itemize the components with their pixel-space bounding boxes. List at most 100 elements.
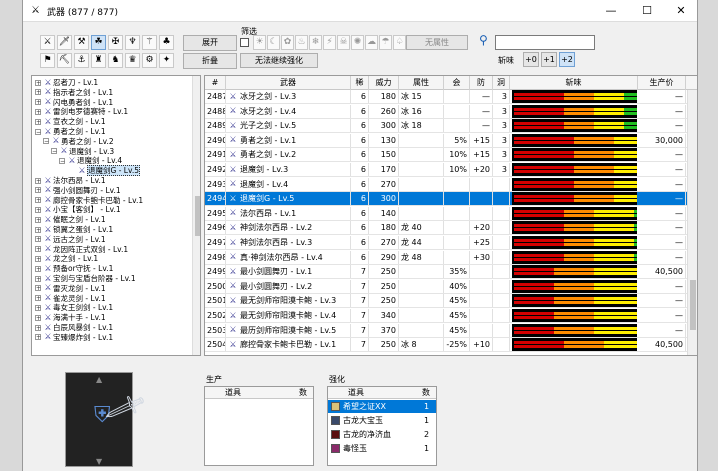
tree-item[interactable]: + ⚔ 闪电勇者剑 - Lv.1: [35, 97, 113, 107]
table-row[interactable]: 2489 ⚔ 光子之剑 - Lv.5 6 300 冰 18—3—: [205, 119, 697, 134]
tree-toggle-icon[interactable]: +: [35, 265, 41, 272]
tree-toggle-icon[interactable]: +: [35, 99, 41, 106]
weapon-tree[interactable]: + ⚔ 忍者刀 - Lv.1 + ⚔ 指示者之剑 - Lv.1 + ⚔ 闪电勇者剑 - Lv.1…: [31, 75, 201, 356]
col-rarity[interactable]: 稀: [351, 76, 369, 90]
tree-toggle-icon[interactable]: +: [35, 314, 41, 321]
tree-item[interactable]: + ⚔ 指示者之剑 - Lv.1: [35, 87, 113, 97]
tree-toggle-icon[interactable]: +: [35, 255, 41, 262]
table-row[interactable]: 2496 ⚔ 神剑法尔西昂 - Lv.2 6 180 龙 40 +20—: [205, 221, 697, 236]
col-sharpness[interactable]: 斩味: [510, 76, 638, 90]
tree-item[interactable]: + ⚔ 海满十手 - Lv.1: [35, 313, 106, 322]
tree-toggle-icon[interactable]: +: [35, 334, 41, 341]
greatsword-icon[interactable]: ⚔: [40, 35, 55, 50]
tree-item[interactable]: + ⚔ 锁翼之蛋剑 - Lv.1: [35, 225, 113, 234]
tree-toggle-icon[interactable]: +: [35, 197, 41, 204]
tree-item[interactable]: + ⚔ 忍者刀 - Lv.1: [35, 78, 98, 87]
table-scroll-thumb[interactable]: [690, 280, 696, 330]
tree-toggle-icon[interactable]: +: [35, 187, 41, 194]
thunder-attribute-icon[interactable]: ⚡: [323, 35, 336, 50]
sharpness-plus0-button[interactable]: +0: [523, 52, 539, 67]
tree-toggle-icon[interactable]: −: [59, 157, 65, 164]
col-name[interactable]: 武器: [226, 76, 351, 90]
tree-toggle-icon[interactable]: +: [35, 236, 41, 243]
tree-scroll-thumb[interactable]: [195, 196, 200, 236]
table-row[interactable]: 2487 ⚔ 冰牙之剑 - Lv.3 6 180 冰 15—3—: [205, 90, 697, 104]
tree-item[interactable]: + ⚔ 白辰风暴剑 - Lv.1: [35, 323, 113, 332]
insect-glaive-icon[interactable]: ⚓: [74, 53, 89, 68]
table-row[interactable]: 2503 ⚔ 最历剑师帘阳漠卡鲍 - Lv.5 7 370 45% —: [205, 323, 697, 338]
tree-toggle-icon[interactable]: +: [35, 275, 41, 282]
tree-item[interactable]: − ⚔ 勇者之剑 - Lv.1: [35, 127, 106, 136]
sword-shield-icon[interactable]: ⚒: [74, 35, 89, 50]
upgrade-item-row[interactable]: 希望之证XX 1: [328, 400, 436, 413]
para-attribute-icon[interactable]: ☂: [379, 35, 392, 50]
tree-toggle-icon[interactable]: −: [35, 128, 41, 135]
table-row[interactable]: 2499 ⚔ 最小剑圆舞刃 - Lv.1 7 250 35% 40,500: [205, 265, 697, 280]
bow-icon[interactable]: ♛: [125, 53, 140, 68]
tree-item[interactable]: + ⚔ 龙之剑 - Lv.1: [35, 254, 98, 263]
preview-up-arrow-icon[interactable]: ▲: [96, 375, 102, 384]
tree-toggle-icon[interactable]: +: [35, 79, 41, 86]
upgrade-item-row[interactable]: 毒怪玉 1: [328, 442, 436, 455]
tree-item[interactable]: − ⚔ 勇者之剑 - Lv.2: [43, 136, 114, 146]
tree-toggle-icon[interactable]: +: [35, 295, 41, 302]
col-attack[interactable]: 威力: [369, 76, 399, 90]
sharpness-plus2-button[interactable]: +2: [559, 52, 575, 67]
table-row[interactable]: 2494 ⚔ 退魔剑G - Lv.5 6 300—: [205, 192, 697, 207]
table-scrollbar[interactable]: [687, 90, 697, 355]
table-row[interactable]: 2497 ⚔ 神剑法尔西昂 - Lv.3 6 270 龙 44 +25—: [205, 236, 697, 250]
table-row[interactable]: 2495 ⚔ 法尔西昂 - Lv.1 6 140—: [205, 206, 697, 221]
tree-toggle-icon[interactable]: +: [35, 226, 41, 233]
tree-item[interactable]: + ⚔ 龙因阵正式双剑 - Lv.1: [35, 244, 128, 254]
switch-axe-icon[interactable]: ⚑: [40, 53, 55, 68]
tree-toggle-icon[interactable]: +: [35, 206, 41, 213]
tree-toggle-icon[interactable]: −: [51, 148, 57, 155]
tree-toggle-icon[interactable]: +: [35, 246, 41, 253]
hunting-horn-icon[interactable]: ♆: [125, 35, 140, 50]
ice-attribute-icon[interactable]: ❄: [309, 35, 322, 50]
col-id[interactable]: #: [205, 76, 226, 90]
upgrade-item-row[interactable]: 古龙大宝玉 1: [328, 414, 436, 427]
misc-icon[interactable]: ✦: [159, 53, 174, 68]
tree-item[interactable]: ⚔ 退魔剑G - Lv.5: [67, 165, 140, 177]
tree-item[interactable]: + ⚔ 小宝【客剑】 - Lv.1: [35, 205, 121, 214]
tree-scrollbar[interactable]: [192, 76, 200, 355]
tree-toggle-icon[interactable]: +: [35, 324, 41, 331]
unlimited-upgrade-button[interactable]: 无法继续强化: [240, 53, 318, 68]
col-defense[interactable]: 防: [470, 76, 493, 90]
table-row[interactable]: 2502 ⚔ 最无剑师帘阳漠卡鲍 - Lv.4 7 340 45% —: [205, 309, 697, 323]
tree-item[interactable]: + ⚔ 宣衣之剑 - Lv.1: [35, 117, 106, 126]
tree-toggle-icon[interactable]: +: [35, 177, 41, 184]
table-row[interactable]: 2504 ⚔ 廊控骨家卡鲍卡巴勒 - Lv.1 7 250 冰 8 -25% +10 40,50…: [205, 338, 697, 353]
tree-item[interactable]: + ⚔ 催眠之剑 - Lv.1: [35, 215, 106, 224]
table-row[interactable]: 2490 ⚔ 勇者之剑 - Lv.1 6 130 5% +15 3 30,000: [205, 133, 697, 148]
tree-item[interactable]: + ⚔ 毒女王剑剑 - Lv.1: [35, 303, 113, 312]
tree-toggle-icon[interactable]: +: [35, 108, 41, 115]
sharpness-plus1-button[interactable]: +1: [541, 52, 557, 67]
upgrade-item-row[interactable]: 古龙的净济血 2: [328, 428, 436, 441]
tree-toggle-icon[interactable]: +: [35, 118, 41, 125]
blast-attribute-icon[interactable]: ✺: [351, 35, 364, 50]
collapse-button[interactable]: 折叠: [183, 53, 237, 69]
preview-down-arrow-icon[interactable]: ▼: [96, 457, 102, 466]
dual-blades-icon[interactable]: ☘: [91, 35, 106, 50]
tree-toggle-icon[interactable]: +: [35, 89, 41, 96]
tree-toggle-icon[interactable]: −: [43, 138, 49, 145]
lance-icon[interactable]: ⚚: [142, 35, 157, 50]
tree-toggle-icon[interactable]: +: [35, 285, 41, 292]
hammer-icon[interactable]: ✠: [108, 35, 123, 50]
leaf-attribute-icon[interactable]: ✿: [281, 35, 294, 50]
col-affinity[interactable]: 会: [444, 76, 470, 90]
table-row[interactable]: 2500 ⚔ 最小剑圆舞刃 - Lv.2 7 250 40% —: [205, 279, 697, 294]
poison-attribute-icon[interactable]: ♨: [295, 35, 308, 50]
charge-blade-icon[interactable]: ⛏: [57, 53, 72, 68]
misc-attribute-icon[interactable]: ♤: [393, 35, 406, 50]
expand-button[interactable]: 展开: [183, 35, 237, 51]
light-bowgun-icon[interactable]: ♜: [91, 53, 106, 68]
tree-item[interactable]: + ⚔ 宝臻爆炸剑 - Lv.1: [35, 332, 113, 342]
no-attribute-button[interactable]: 无属性: [406, 35, 468, 50]
table-row[interactable]: 2501 ⚔ 最无剑师帘阳漠卡鲍 - Lv.3 7 250 45% —: [205, 294, 697, 309]
minimize-button[interactable]: —: [597, 3, 625, 19]
gunlance-icon[interactable]: ♣: [159, 35, 174, 50]
bug-net-icon[interactable]: ⚙: [142, 53, 157, 68]
